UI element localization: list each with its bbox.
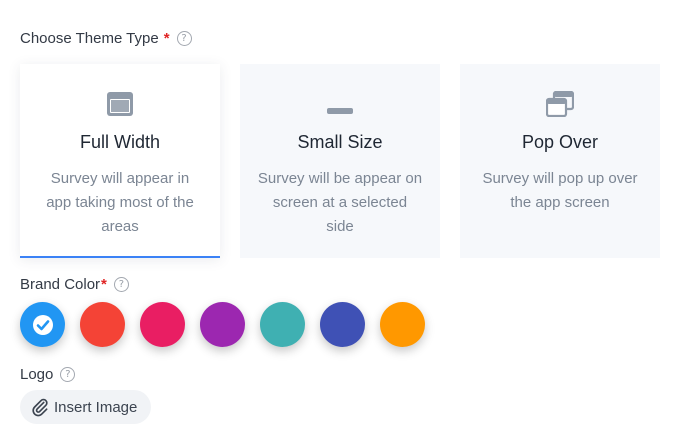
- theme-option-title: Pop Over: [521, 132, 599, 152]
- color-swatch-indigo[interactable]: [320, 302, 365, 347]
- question-circle-icon[interactable]: ?: [176, 31, 192, 46]
- theme-option-pop-over[interactable]: Pop Over Survey will pop up over the app…: [460, 64, 660, 258]
- brand-color-swatches: [20, 302, 425, 347]
- color-swatch-teal[interactable]: [260, 302, 305, 347]
- theme-option-full-width[interactable]: Full Width Survey will appear in app tak…: [20, 64, 220, 258]
- theme-option-small-size[interactable]: Small Size Survey will be appear on scre…: [240, 64, 440, 258]
- brand-color-label: Brand Color * ?: [20, 276, 129, 293]
- color-swatch-red[interactable]: [80, 302, 125, 347]
- question-circle-icon[interactable]: ?: [60, 367, 76, 382]
- insert-image-button[interactable]: Insert Image: [20, 390, 152, 424]
- brand-color-label-text: Brand Color: [20, 276, 101, 293]
- theme-option-description: Survey will pop up over the app screen: [482, 170, 638, 211]
- color-swatch-purple[interactable]: [200, 302, 245, 347]
- question-circle-icon[interactable]: ?: [113, 277, 129, 292]
- insert-image-label: Insert Image: [54, 398, 138, 416]
- theme-option-description: Survey will be appear on screen at a sel…: [257, 170, 423, 235]
- small-bar-icon: [240, 90, 440, 118]
- theme-settings-panel: Choose Theme Type * ? Full Width Survey …: [0, 0, 686, 440]
- required-mark: *: [101, 276, 107, 293]
- color-swatch-blue[interactable]: [20, 302, 65, 347]
- theme-type-label: Choose Theme Type * ?: [20, 30, 192, 47]
- required-mark: *: [163, 30, 170, 47]
- color-swatch-orange[interactable]: [380, 302, 425, 347]
- theme-option-title: Full Width: [79, 132, 160, 152]
- full-width-window-icon: [20, 90, 220, 118]
- theme-option-description: Survey will appear in app taking most of…: [46, 170, 194, 235]
- logo-label: Logo ?: [20, 366, 76, 383]
- logo-label-text: Logo: [20, 366, 54, 383]
- theme-options: Full Width Survey will appear in app tak…: [20, 64, 660, 258]
- paperclip-icon: [32, 398, 48, 417]
- color-swatch-pink[interactable]: [140, 302, 185, 347]
- stacked-windows-icon: [460, 90, 660, 118]
- theme-option-title: Small Size: [297, 132, 383, 152]
- check-icon: [32, 314, 53, 335]
- theme-type-label-text: Choose Theme Type: [20, 30, 159, 47]
